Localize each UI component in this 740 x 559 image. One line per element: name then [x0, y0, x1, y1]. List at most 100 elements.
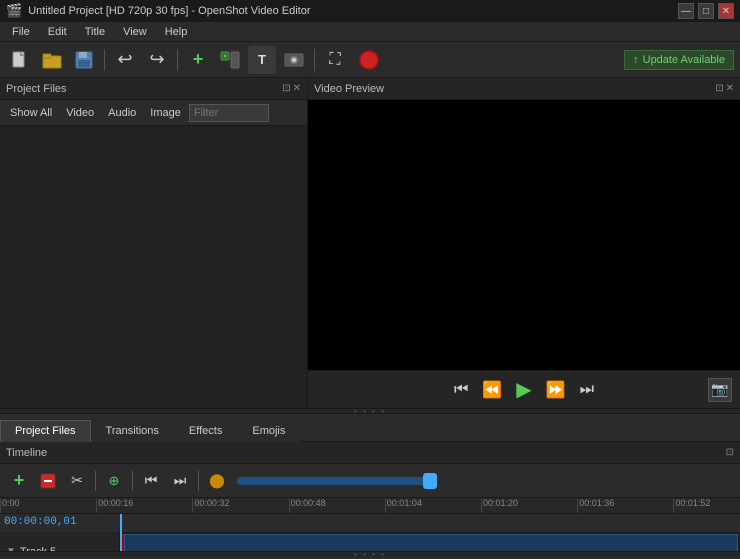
tl-add-track-button[interactable]: ⊕ — [101, 468, 127, 494]
left-panel-controls: ⊡ ✕ — [282, 83, 301, 94]
menu-title[interactable]: Title — [77, 24, 113, 40]
tl-remove-button[interactable] — [35, 468, 61, 494]
audio-filter-button[interactable]: Audio — [102, 105, 142, 121]
track-5-content[interactable] — [120, 532, 740, 551]
time-marker-label: 00:01:36 — [577, 498, 614, 508]
timeline-zoom-thumb[interactable] — [423, 473, 437, 489]
time-marker-label: 00:00:48 — [289, 498, 326, 508]
right-panel: Video Preview ⊡ ✕ ⏮ ⏪ ▶ ⏩ ⏭ 📷 — [308, 78, 740, 408]
right-panel-close[interactable]: ✕ — [726, 83, 734, 94]
new-file-button[interactable] — [6, 46, 34, 74]
filter-input[interactable] — [189, 104, 269, 122]
tabs-row: Project Files Transitions Effects Emojis — [0, 414, 740, 442]
title-button[interactable]: T — [248, 46, 276, 74]
project-files-content — [0, 126, 307, 408]
timeline-title: Timeline — [6, 447, 47, 459]
play-button[interactable]: ▶ — [512, 375, 535, 404]
tl-separator-2 — [132, 471, 133, 491]
update-icon: ↑ — [633, 54, 639, 66]
right-panel-controls: ⊡ ✕ — [715, 83, 734, 94]
update-label: Update Available — [643, 54, 725, 66]
time-marker-label: 00:00:16 — [96, 498, 133, 508]
tl-jump-end-button[interactable]: ⏭ — [167, 468, 193, 494]
left-panel-title: Project Files — [6, 83, 67, 95]
left-panel-header: Project Files ⊡ ✕ — [0, 78, 307, 100]
tl-scissors-button[interactable]: ✂ — [64, 468, 90, 494]
update-available-button[interactable]: ↑ Update Available — [624, 50, 734, 70]
track-5-clip[interactable] — [124, 534, 738, 551]
left-panel: Project Files ⊡ ✕ Show All Video Audio I… — [0, 78, 308, 408]
toolbar-separator-2 — [177, 49, 178, 71]
left-panel-detach[interactable]: ⊡ — [282, 83, 290, 94]
fullscreen-button[interactable]: ⛶ — [321, 46, 349, 74]
toolbar-separator-3 — [314, 49, 315, 71]
panels-row: Project Files ⊡ ✕ Show All Video Audio I… — [0, 78, 740, 408]
add-track-button[interactable] — [216, 46, 244, 74]
tracks-container: ▼ Track 5 ▼ Track 4 — [0, 514, 740, 551]
video-controls: ⏮ ⏪ ▶ ⏩ ⏭ 📷 — [308, 370, 740, 408]
video-filter-button[interactable]: Video — [60, 105, 100, 121]
track-5-chevron[interactable]: ▼ — [6, 546, 16, 551]
time-marker-label: 00:00:32 — [192, 498, 229, 508]
menu-file[interactable]: File — [4, 24, 38, 40]
right-panel-header: Video Preview ⊡ ✕ — [308, 78, 740, 100]
main-content: Project Files ⊡ ✕ Show All Video Audio I… — [0, 78, 740, 557]
right-panel-detach[interactable]: ⊡ — [715, 83, 723, 94]
timeline-expand-button[interactable]: ⊡ — [726, 447, 734, 458]
playhead[interactable] — [120, 514, 122, 551]
tl-jump-start-button[interactable]: ⏮ — [138, 468, 164, 494]
table-row: ▼ Track 5 — [0, 532, 740, 551]
tl-center-button[interactable]: ⬤ — [204, 468, 230, 494]
timeline-scrubber[interactable]: 0:00 00:00:16 00:00:32 00:00:48 00:01:04 00:0… — [0, 498, 740, 514]
timeline-section: Timeline ⊡ + ✂ ⊕ ⏮ ⏭ ⬤ — [0, 442, 740, 557]
open-button[interactable] — [38, 46, 66, 74]
app-icon: 🎬 — [6, 3, 22, 19]
toolbar: ↩ ↪ + T ⛶ ↑ Update Available — [0, 42, 740, 78]
track-5-name: Track 5 — [20, 546, 56, 552]
maximize-button[interactable]: □ — [698, 3, 714, 19]
timeline-zoom-slider[interactable] — [237, 477, 437, 485]
jump-end-button[interactable]: ⏭ — [576, 379, 598, 401]
tl-separator-3 — [198, 471, 199, 491]
left-panel-close[interactable]: ✕ — [293, 83, 301, 94]
animated-title-button[interactable] — [280, 46, 308, 74]
rewind-button[interactable]: ⏪ — [478, 378, 506, 402]
tab-effects[interactable]: Effects — [174, 420, 237, 442]
title-bar-controls: — □ ✕ — [678, 3, 734, 19]
menu-edit[interactable]: Edit — [40, 24, 75, 40]
jump-start-button[interactable]: ⏮ — [450, 379, 472, 401]
menu-view[interactable]: View — [115, 24, 155, 40]
add-clip-button[interactable]: + — [184, 46, 212, 74]
timeline-content: 00:00:00,01 ▼ Track 5 — [0, 514, 740, 551]
time-marker-label: 0:00 — [0, 498, 20, 508]
time-marker-label: 00:01:04 — [385, 498, 422, 508]
project-files-toolbar: Show All Video Audio Image — [0, 100, 307, 126]
timeline-header: Timeline ⊡ — [0, 442, 740, 464]
right-panel-title: Video Preview — [314, 83, 384, 95]
track-5-label: ▼ Track 5 — [0, 532, 120, 551]
tab-transitions[interactable]: Transitions — [91, 420, 174, 442]
menu-bar: File Edit Title View Help — [0, 22, 740, 42]
image-filter-button[interactable]: Image — [144, 105, 187, 121]
close-button[interactable]: ✕ — [718, 3, 734, 19]
screenshot-button[interactable]: 📷 — [708, 378, 732, 402]
title-bar-text: Untitled Project [HD 720p 30 fps] - Open… — [28, 5, 310, 17]
menu-help[interactable]: Help — [157, 24, 196, 40]
undo-button[interactable]: ↩ — [111, 46, 139, 74]
tl-add-button[interactable]: + — [6, 468, 32, 494]
scrubber-track: 0:00 00:00:16 00:00:32 00:00:48 00:01:04 00:0… — [0, 498, 740, 513]
timecode-display: 00:00:00,01 — [4, 516, 77, 528]
show-all-button[interactable]: Show All — [4, 105, 58, 121]
timeline-toolbar: + ✂ ⊕ ⏮ ⏭ ⬤ — [0, 464, 740, 498]
time-marker-label: 00:01:52 — [673, 498, 710, 508]
title-bar: 🎬 Untitled Project [HD 720p 30 fps] - Op… — [0, 0, 740, 22]
minimize-button[interactable]: — — [678, 3, 694, 19]
tab-emojis[interactable]: Emojis — [237, 420, 300, 442]
tl-separator-1 — [95, 471, 96, 491]
save-button[interactable] — [70, 46, 98, 74]
tab-project-files[interactable]: Project Files — [0, 420, 91, 442]
timeline-bottom-handle[interactable]: • • • • — [0, 551, 740, 557]
record-button[interactable] — [355, 46, 383, 74]
redo-button[interactable]: ↪ — [143, 46, 171, 74]
fast-forward-button[interactable]: ⏩ — [542, 378, 570, 402]
